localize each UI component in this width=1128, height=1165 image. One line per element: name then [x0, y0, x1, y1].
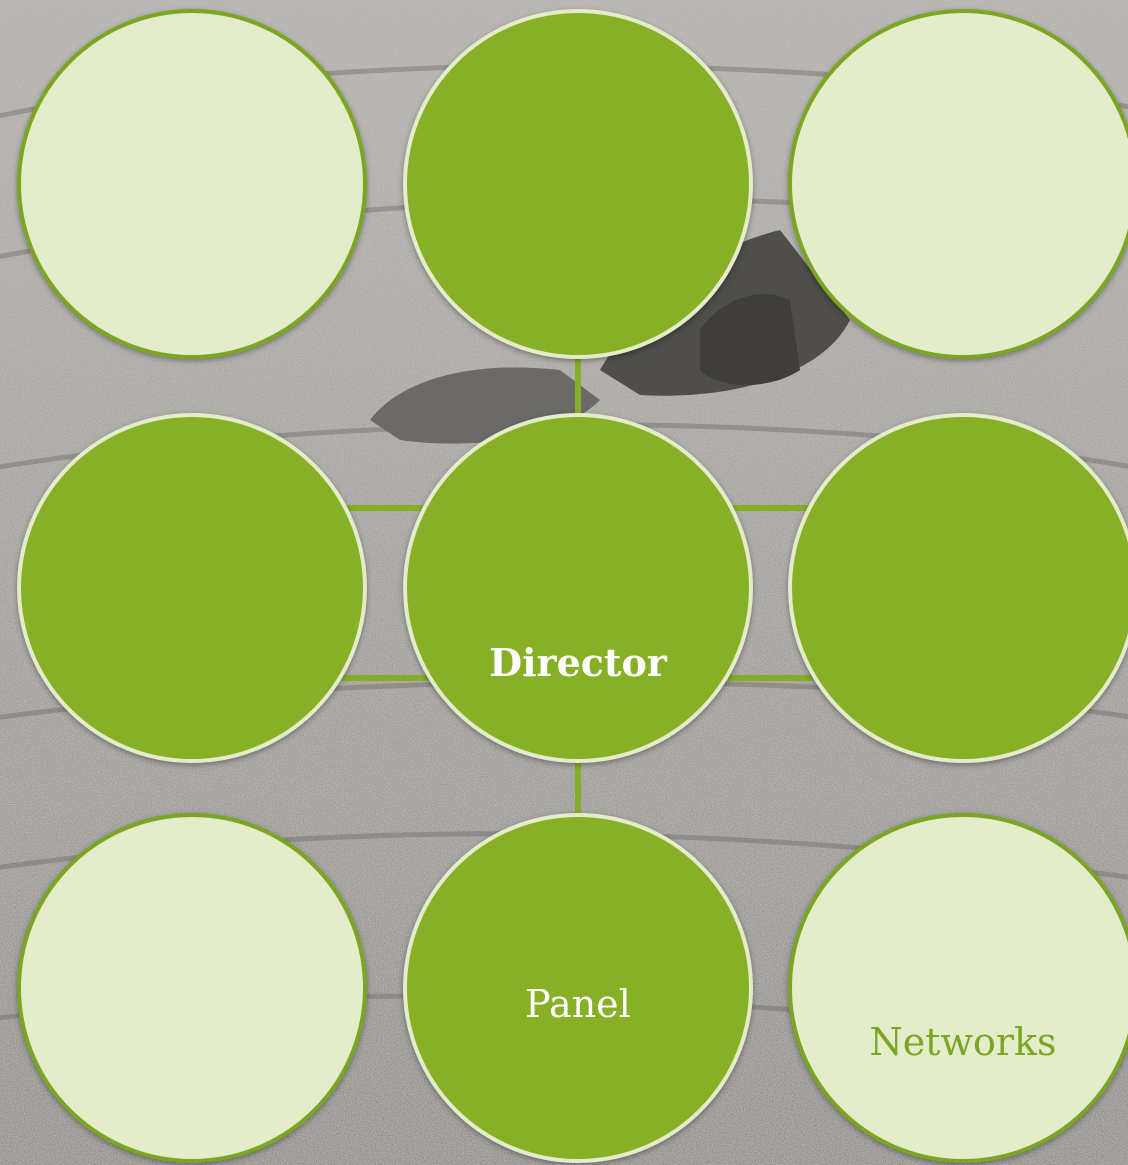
node-bottom-left — [17, 813, 367, 1163]
node-top-center — [403, 9, 753, 359]
node-top-right — [788, 9, 1128, 359]
node-top-left — [17, 9, 367, 359]
node-label: Panel — [525, 982, 631, 1027]
node-mid-left — [17, 413, 367, 763]
node-bottom-center-panel: Panel — [403, 813, 753, 1163]
node-bottom-right-networks: Networks — [788, 813, 1128, 1163]
node-label: Networks — [869, 1020, 1057, 1065]
node-label: Director — [489, 640, 667, 686]
node-mid-right — [788, 413, 1128, 763]
node-center-director: Director — [403, 413, 753, 763]
